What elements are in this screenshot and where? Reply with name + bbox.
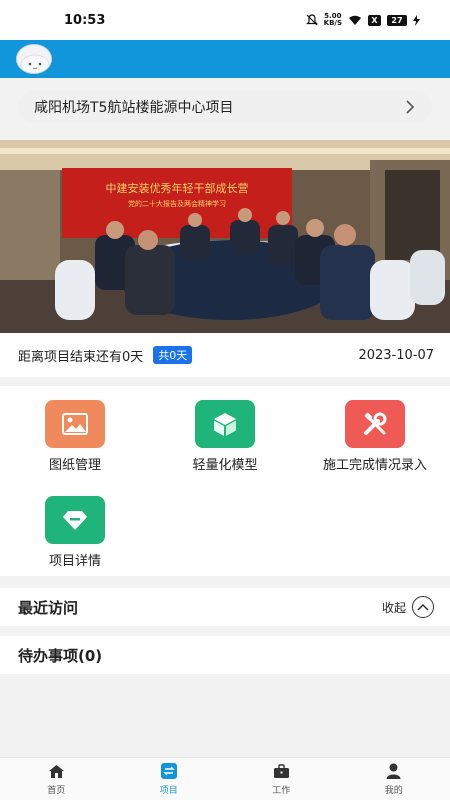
function-lightweight-model[interactable]: 轻量化模型 <box>150 400 300 473</box>
meeting-photo: 中建安装优秀年轻干部成长营 党的二十大报告及两会精神学习 <box>0 140 450 333</box>
wifi-icon <box>349 15 361 25</box>
net-speed-unit: KB/S <box>323 19 342 27</box>
mute-icon <box>305 14 318 26</box>
status-icons: 5.00 KB/S X 27 <box>305 13 420 27</box>
tab-mine[interactable]: 我的 <box>338 758 450 800</box>
todo-title: 待办事项(0) <box>18 646 103 665</box>
todo-section[interactable]: 待办事项(0) <box>0 636 450 674</box>
recent-visits-section: 最近访问 收起 <box>0 588 450 626</box>
tab-home[interactable]: 首页 <box>0 758 113 800</box>
function-grid: 图纸管理 轻量化模型 施工完成情况录入 项目详情 <box>0 386 450 576</box>
briefcase-icon <box>272 762 290 780</box>
banner-slogan: 中建安装优秀年轻干部成长营 <box>106 181 249 195</box>
function-construction-entry[interactable]: 施工完成情况录入 <box>300 400 450 473</box>
status-bar: 10:53 5.00 KB/S X 27 <box>0 0 450 40</box>
cube-icon <box>195 400 255 448</box>
charging-icon <box>413 14 420 26</box>
project-selector[interactable]: 咸阳机场T5航站楼能源中心项目 <box>18 91 432 123</box>
recent-visits-title: 最近访问 <box>18 598 79 617</box>
tab-label: 项目 <box>159 786 178 796</box>
avatar-face-icon <box>20 54 50 73</box>
collapse-toggle[interactable]: 收起 <box>382 596 434 618</box>
total-days-badge: 共0天 <box>153 346 193 364</box>
switch-icon <box>160 762 178 780</box>
countdown-text: 距离项目结束还有0天 <box>18 349 144 365</box>
sim-x-icon: X <box>368 14 381 26</box>
tab-label: 我的 <box>384 786 403 796</box>
function-label: 施工完成情况录入 <box>322 458 427 473</box>
user-icon <box>385 762 403 780</box>
battery-icon: 27 <box>387 14 407 26</box>
tab-label: 工作 <box>272 786 291 796</box>
tools-icon <box>345 400 405 448</box>
tab-project[interactable]: 项目 <box>113 758 226 800</box>
tab-label: 首页 <box>47 786 66 796</box>
tab-work[interactable]: 工作 <box>225 758 338 800</box>
gem-icon <box>45 496 105 544</box>
chevron-up-icon <box>412 596 434 618</box>
header-bar <box>0 40 450 78</box>
function-drawing-management[interactable]: 图纸管理 <box>0 400 150 473</box>
net-speed: 5.00 KB/S <box>324 13 342 27</box>
chevron-right-icon <box>406 100 415 114</box>
avatar[interactable] <box>16 44 52 74</box>
end-date: 2023-10-07 <box>358 347 434 363</box>
banner-subtitle: 党的二十大报告及两会精神学习 <box>128 199 226 208</box>
image-icon <box>45 400 105 448</box>
project-countdown: 距离项目结束还有0天 共0天 2023-10-07 <box>0 333 450 377</box>
home-icon <box>47 762 65 780</box>
function-project-details[interactable]: 项目详情 <box>0 496 150 569</box>
status-time: 10:53 <box>64 12 106 28</box>
function-label: 项目详情 <box>48 554 101 569</box>
bottom-tab-bar: 首页 项目 工作 我的 <box>0 757 450 800</box>
function-label: 图纸管理 <box>48 458 101 473</box>
project-name: 咸阳机场T5航站楼能源中心项目 <box>34 100 234 116</box>
project-banner: 中建安装优秀年轻干部成长营 党的二十大报告及两会精神学习 <box>0 140 450 333</box>
function-label: 轻量化模型 <box>192 458 258 473</box>
collapse-label: 收起 <box>381 600 406 615</box>
